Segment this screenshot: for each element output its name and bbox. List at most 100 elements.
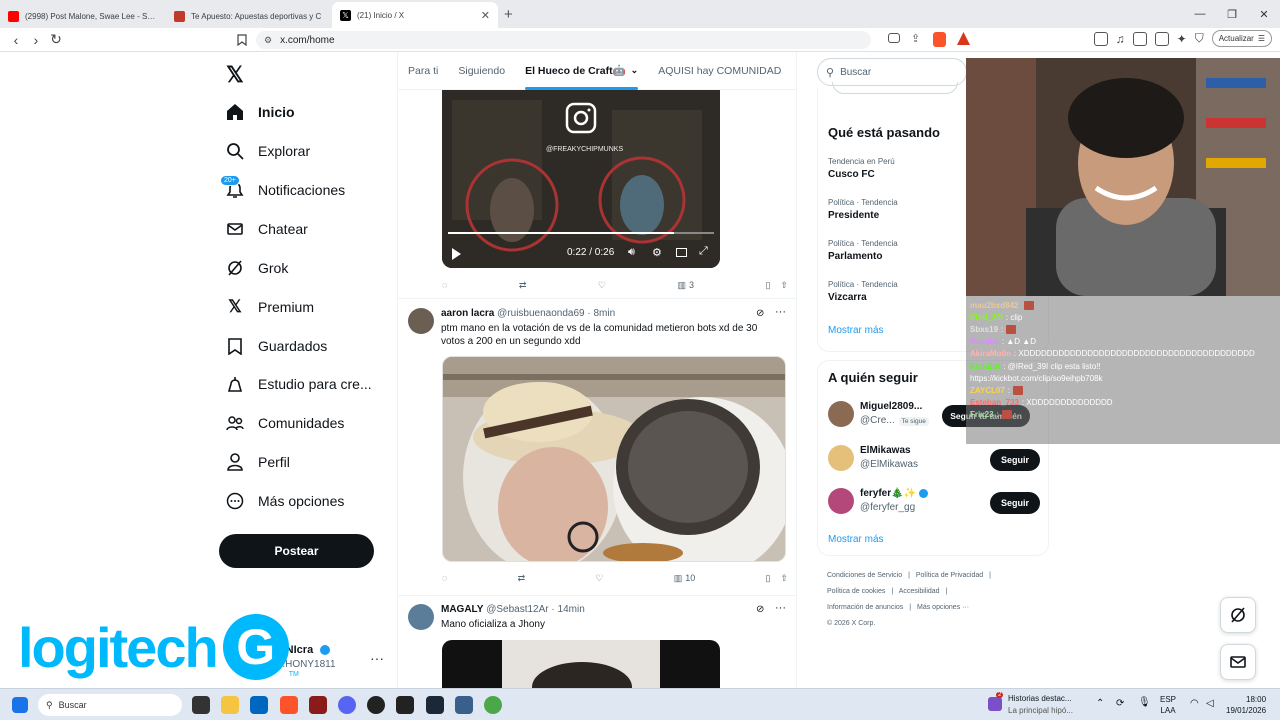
tab-community-hueco[interactable]: El Hueco de Craft🤖 ⌄ [515, 52, 648, 90]
update-button[interactable]: Actualizar ☰ [1211, 30, 1272, 47]
reload-icon[interactable]: ↻ [46, 30, 66, 50]
sidebar-toggle-icon[interactable] [1093, 31, 1108, 46]
show-more-trends-link[interactable]: Mostrar más [828, 325, 884, 336]
site-settings-icon[interactable]: ⚙ [264, 35, 272, 46]
reading-list-icon[interactable] [1132, 31, 1147, 46]
url-field[interactable]: ⚙ x.com/home [256, 31, 871, 49]
footer-link-accessibility[interactable]: Accesibilidad [899, 588, 940, 595]
share-icon[interactable]: ⇧ [780, 573, 788, 584]
share-icon[interactable]: ⇧ [780, 280, 788, 291]
browser-tab-youtube[interactable]: (2998) Post Malone, Swae Lee - Sunf [0, 4, 166, 28]
messages-fab-button[interactable] [1220, 644, 1256, 680]
browser-tab-teapuesto[interactable]: Te Apuesto: Apuestas deportivas y C [166, 4, 332, 28]
steam-icon[interactable] [426, 696, 444, 714]
app-icon[interactable] [455, 696, 473, 714]
news-widget[interactable]: 2 Historias destac... La principal hipó.… [988, 691, 1098, 719]
discord-icon[interactable] [338, 696, 356, 714]
tweet-image[interactable] [442, 640, 720, 688]
footer-link-ads-info[interactable]: Información de anuncios [827, 604, 903, 611]
nav-item-bookmarks[interactable]: Guardados [226, 334, 327, 358]
maximize-button[interactable]: ❐ [1216, 0, 1248, 28]
nav-item-profile[interactable]: Perfil [226, 450, 290, 474]
repost-icon[interactable]: ⇄ [519, 280, 527, 291]
back-arrow-icon[interactable]: ‹ [6, 30, 26, 50]
account-more-icon[interactable]: ··· [370, 650, 384, 666]
avatar[interactable] [408, 308, 434, 334]
footer-link-cookies[interactable]: Política de cookies [827, 588, 885, 595]
author-name[interactable]: aaron lacra [441, 308, 494, 319]
reply-icon[interactable]: ◌ [442, 280, 447, 290]
post-button[interactable]: Postear [219, 534, 374, 568]
vpn-icon[interactable]: ⛉ [1195, 31, 1204, 46]
footer-link-more[interactable]: Más opciones ··· [917, 604, 969, 611]
trend-item[interactable]: Política · Tendencia Presidente [828, 198, 898, 221]
x-logo-icon[interactable]: 𝕏 [226, 62, 244, 88]
views-icon[interactable]: ▥ 10 [674, 573, 696, 584]
windows-start-icon[interactable] [12, 697, 28, 713]
app-icon[interactable] [484, 696, 502, 714]
trend-item[interactable]: Tendencia en Perú Cusco FC [828, 157, 895, 180]
nav-item-chat[interactable]: Chatear [226, 217, 308, 241]
cast-icon[interactable] [888, 33, 900, 43]
show-more-follow-link[interactable]: Mostrar más [828, 534, 884, 545]
follow-button[interactable]: Seguir [989, 492, 1040, 514]
brave-icon[interactable] [280, 696, 298, 714]
author-handle[interactable]: @ruisbuenaonda69 [497, 308, 584, 319]
footer-link-privacy[interactable]: Política de Privacidad [916, 572, 983, 579]
tweet-time[interactable]: · 14min [551, 604, 584, 615]
nav-item-communities[interactable]: Comunidades [226, 411, 344, 435]
author-name[interactable]: MAGALY [441, 604, 483, 615]
app-icon[interactable] [309, 696, 327, 714]
browser-tab-x[interactable]: 𝕏 (21) Inicio / X ✕ [332, 2, 498, 28]
trend-item[interactable]: Política · Tendencia Vizcarra [828, 280, 898, 303]
brave-rewards-icon[interactable] [957, 32, 970, 45]
close-tab-icon[interactable]: ✕ [481, 9, 490, 22]
play-icon[interactable] [452, 248, 461, 260]
nav-item-home[interactable]: Inicio [226, 100, 295, 124]
reply-icon[interactable]: ◌ [442, 573, 447, 583]
nav-item-grok[interactable]: Grok [226, 256, 288, 280]
store-icon[interactable] [250, 696, 268, 714]
nav-item-explore[interactable]: Explorar [226, 139, 310, 163]
more-icon[interactable]: ··· [775, 306, 786, 318]
avatar[interactable] [408, 604, 434, 630]
taskbar-search[interactable]: ⚲ Buscar [38, 694, 182, 716]
bookmark-icon[interactable]: ▯ [765, 280, 770, 291]
file-explorer-icon[interactable] [221, 696, 239, 714]
music-icon[interactable]: ♫ [1116, 32, 1125, 46]
leo-ai-icon[interactable]: ✦ [1177, 32, 1187, 46]
grok-icon[interactable]: ⊘ [756, 604, 764, 615]
repost-icon[interactable]: ⇄ [518, 573, 526, 584]
author-handle[interactable]: @Sebast12Ar [486, 604, 548, 615]
trend-item[interactable]: Política · Tendencia Parlamento [828, 239, 898, 262]
tweet-image[interactable] [442, 356, 786, 562]
speaker-icon[interactable]: ◁ [1206, 698, 1214, 709]
settings-icon[interactable]: ⚙ [652, 246, 662, 259]
tab-for-you[interactable]: Para ti [398, 52, 448, 90]
language-indicator[interactable]: ESP LAA [1160, 694, 1176, 716]
video-player[interactable]: @FREAKYCHIPMUNKS 0:22 / 0:26 🔊︎ ⚙ ⤢ [442, 90, 720, 268]
volume-icon[interactable]: 🔊︎ [628, 246, 635, 259]
more-icon[interactable]: ··· [775, 602, 786, 614]
avatar[interactable] [828, 401, 854, 427]
nav-item-notifications[interactable]: 20+ Notificaciones [220, 175, 345, 202]
tweet-time[interactable]: · 8min [587, 308, 615, 319]
nav-item-premium[interactable]: 𝕏 Premium [226, 295, 314, 319]
close-window-button[interactable]: ✕ [1248, 0, 1280, 28]
avatar[interactable] [828, 488, 854, 514]
network-icon[interactable]: ⟳ [1116, 698, 1124, 709]
views-icon[interactable]: ▥ 3 [677, 280, 694, 291]
bookmark-page-icon[interactable] [232, 30, 252, 50]
forward-arrow-icon[interactable]: › [26, 30, 46, 50]
fullscreen-icon[interactable]: ⤢ [699, 245, 708, 258]
nav-item-creator-studio[interactable]: Estudio para cre... [226, 372, 372, 396]
like-icon[interactable]: ♡ [595, 573, 603, 584]
task-view-icon[interactable] [192, 696, 210, 714]
follow-suggestion[interactable]: ElMikawas @ElMikawas Seguir [828, 443, 1040, 477]
minimize-button[interactable]: — [1184, 0, 1216, 28]
grok-fab-button[interactable] [1220, 597, 1256, 633]
chevron-up-icon[interactable]: ⌃ [1096, 698, 1104, 709]
bookmark-icon[interactable]: ▯ [765, 573, 770, 584]
follow-button[interactable]: Seguir [989, 449, 1040, 471]
avatar[interactable] [828, 445, 854, 471]
